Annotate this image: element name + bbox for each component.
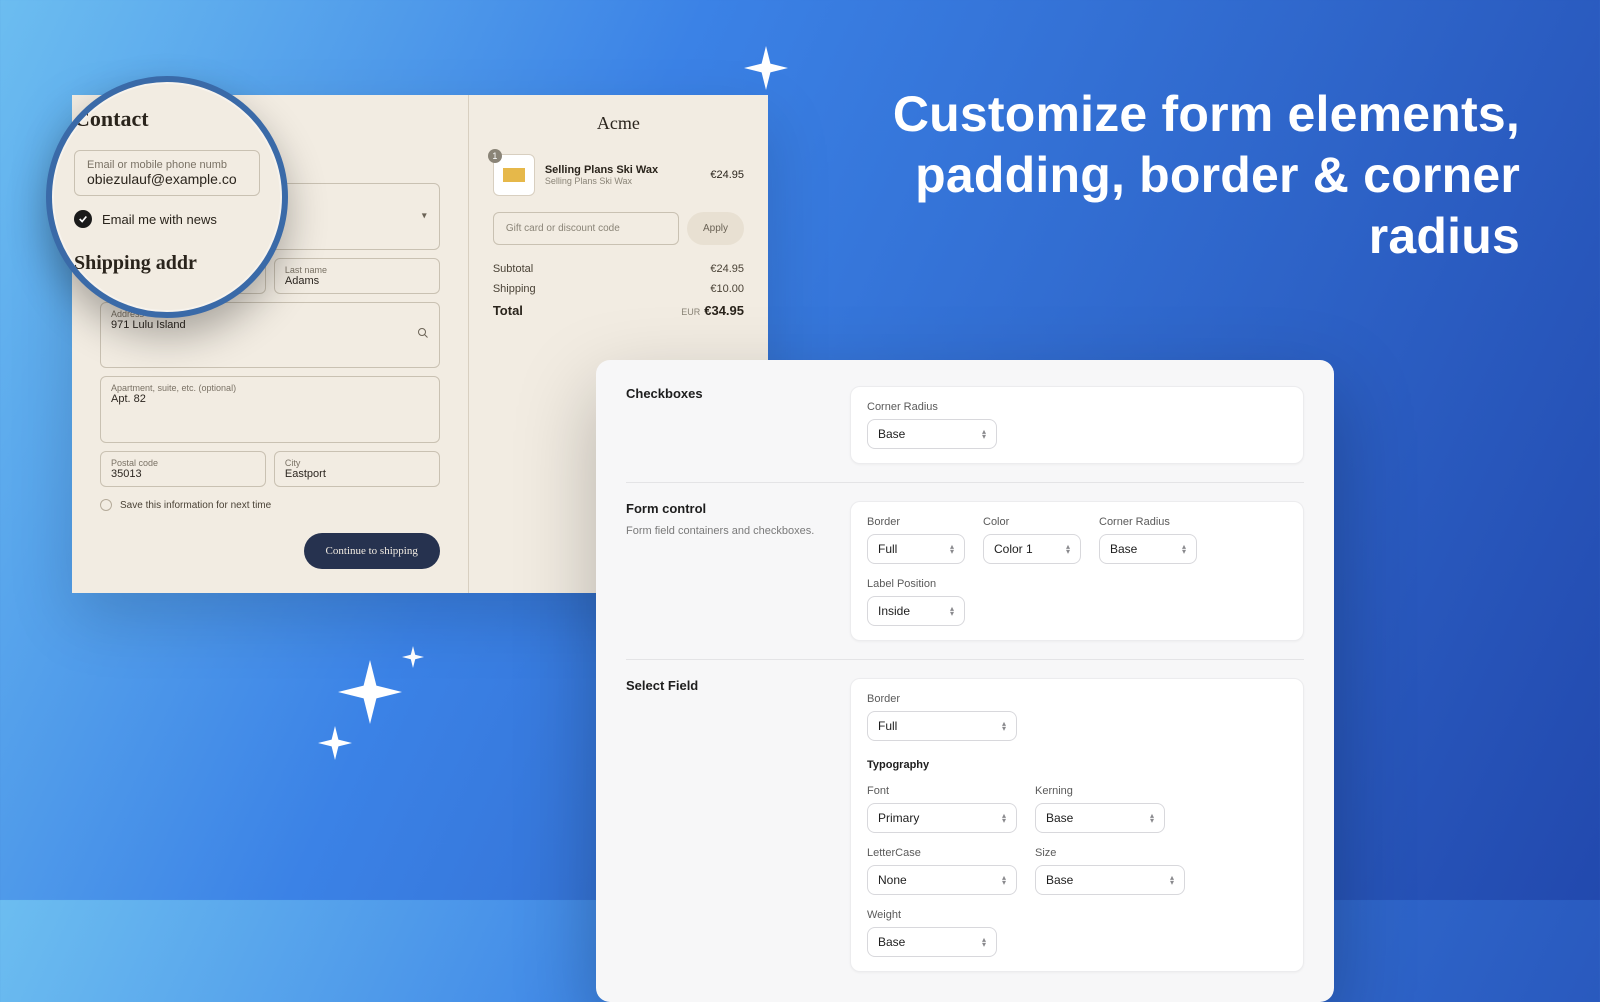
radio-icon — [100, 499, 112, 511]
control-label: Color — [983, 516, 1081, 528]
search-icon — [417, 327, 429, 343]
apply-button[interactable]: Apply — [687, 212, 744, 245]
cart-item-price: €24.95 — [710, 169, 744, 181]
field-value: 971 Lulu Island — [111, 319, 429, 331]
stepper-icon: ▴▾ — [1150, 813, 1154, 823]
last-name-field[interactable]: Last name Adams — [274, 258, 440, 294]
city-field[interactable]: City Eastport — [274, 451, 440, 487]
headline-text: Customize form elements, padding, border… — [840, 84, 1520, 267]
postal-field[interactable]: Postal code 35013 — [100, 451, 266, 487]
stepper-icon: ▴▾ — [1182, 544, 1186, 554]
shipping-heading: Shipping addr — [74, 252, 260, 275]
stepper-icon: ▴▾ — [1170, 875, 1174, 885]
label-position-select[interactable]: Inside ▴▾ — [867, 596, 965, 626]
field-value: obiezulauf@example.co — [87, 171, 247, 187]
chevron-down-icon: ▾ — [422, 211, 427, 222]
sparkle-icon — [338, 660, 402, 724]
stepper-icon: ▴▾ — [950, 544, 954, 554]
select-field-section: Select Field Border Full ▴▾ Typography F… — [626, 659, 1304, 972]
sparkle-icon — [402, 646, 424, 668]
check-circle-icon — [74, 210, 92, 228]
discount-code-input[interactable]: Gift card or discount code — [493, 212, 679, 245]
corner-radius-select[interactable]: Base ▴▾ — [1099, 534, 1197, 564]
stepper-icon: ▴▾ — [1002, 813, 1006, 823]
control-label: Corner Radius — [867, 401, 1287, 413]
control-label: Kerning — [1035, 785, 1165, 797]
total-row: Total EUR€34.95 — [493, 303, 744, 318]
stepper-icon: ▴▾ — [1002, 875, 1006, 885]
control-label: Border — [867, 693, 1287, 705]
field-value: 35013 — [111, 468, 255, 480]
sparkle-icon — [318, 726, 352, 760]
stepper-icon: ▴▾ — [1002, 721, 1006, 731]
field-value: Adams — [285, 275, 429, 287]
cart-item-sub: Selling Plans Ski Wax — [545, 176, 701, 186]
contact-heading: Contact — [74, 106, 260, 132]
magnifier-overlay: Contact Email or mobile phone numb obiez… — [46, 76, 288, 318]
section-title: Checkboxes — [626, 386, 826, 401]
brand-title: Acme — [493, 113, 744, 134]
field-label: Last name — [285, 265, 429, 275]
field-label: Postal code — [111, 458, 255, 468]
subtotal-row: Subtotal €24.95 — [493, 263, 744, 275]
control-label: Size — [1035, 847, 1185, 859]
shipping-row: Shipping €10.00 — [493, 283, 744, 295]
font-select[interactable]: Primary ▴▾ — [867, 803, 1017, 833]
cart-qty-badge: 1 — [488, 149, 502, 163]
section-title: Form control — [626, 501, 826, 516]
field-value: Apt. 82 — [111, 393, 429, 405]
border-select[interactable]: Full ▴▾ — [867, 711, 1017, 741]
stepper-icon: ▴▾ — [982, 937, 986, 947]
stepper-icon: ▴▾ — [950, 606, 954, 616]
stepper-icon: ▴▾ — [1066, 544, 1070, 554]
control-label: Weight — [867, 909, 997, 921]
control-label: Corner Radius — [1099, 516, 1197, 528]
group-label: Typography — [867, 759, 1287, 771]
save-info-checkbox[interactable]: Save this information for next time — [100, 499, 440, 511]
news-checkbox[interactable]: Email me with news — [74, 210, 260, 228]
cart-thumbnail: 1 — [493, 154, 535, 196]
form-control-section: Form control Form field containers and c… — [626, 482, 1304, 659]
lettercase-select[interactable]: None ▴▾ — [867, 865, 1017, 895]
field-label: Apartment, suite, etc. (optional) — [111, 383, 429, 393]
color-select[interactable]: Color 1 ▴▾ — [983, 534, 1081, 564]
section-title: Select Field — [626, 678, 826, 693]
corner-radius-select[interactable]: Base ▴▾ — [867, 419, 997, 449]
cart-item: 1 Selling Plans Ski Wax Selling Plans Sk… — [493, 154, 744, 196]
email-field[interactable]: Email or mobile phone numb obiezulauf@ex… — [74, 150, 260, 196]
control-label: Label Position — [867, 578, 965, 590]
control-label: LetterCase — [867, 847, 1017, 859]
stepper-icon: ▴▾ — [982, 429, 986, 439]
control-label: Font — [867, 785, 1017, 797]
kerning-select[interactable]: Base ▴▾ — [1035, 803, 1165, 833]
checkboxes-section: Checkboxes Corner Radius Base ▴▾ — [626, 386, 1304, 482]
apt-field[interactable]: Apartment, suite, etc. (optional) Apt. 8… — [100, 376, 440, 443]
news-label: Email me with news — [102, 212, 217, 227]
field-label: Email or mobile phone numb — [87, 159, 247, 171]
settings-panel: Checkboxes Corner Radius Base ▴▾ Form co… — [596, 360, 1334, 1002]
field-value: Eastport — [285, 468, 429, 480]
control-label: Border — [867, 516, 965, 528]
cart-item-name: Selling Plans Ski Wax — [545, 164, 701, 176]
weight-select[interactable]: Base ▴▾ — [867, 927, 997, 957]
section-description: Form field containers and checkboxes. — [626, 524, 826, 539]
sparkle-icon — [744, 46, 788, 90]
border-select[interactable]: Full ▴▾ — [867, 534, 965, 564]
size-select[interactable]: Base ▴▾ — [1035, 865, 1185, 895]
save-info-label: Save this information for next time — [120, 500, 271, 511]
field-label: City — [285, 458, 429, 468]
continue-shipping-button[interactable]: Continue to shipping — [304, 533, 440, 569]
